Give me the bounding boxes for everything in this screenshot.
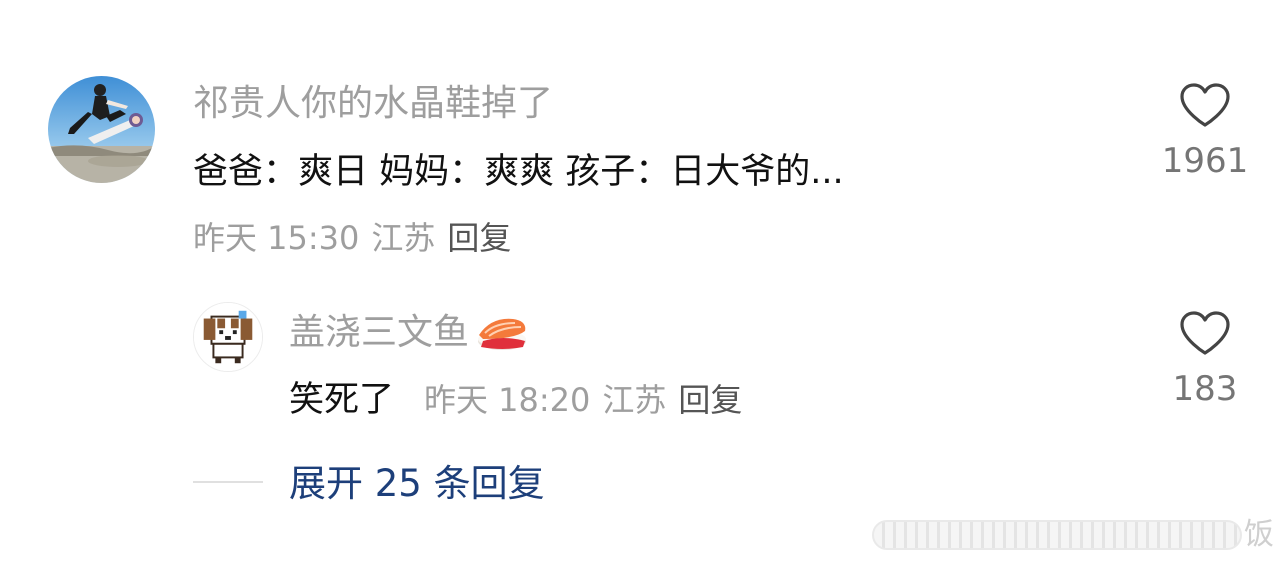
reply-button[interactable]: 回复: [447, 218, 511, 258]
avatar-image: [48, 76, 155, 183]
reply-text: 笑死了: [289, 380, 395, 420]
like-count: 1961: [1161, 141, 1249, 181]
sushi-emoji-icon: [478, 318, 527, 350]
reply-location: 江苏: [602, 381, 667, 419]
avatar[interactable]: [48, 76, 155, 183]
reply-meta: 昨天 18:20 江苏 回复: [424, 380, 742, 420]
comment-username[interactable]: 祁贵人你的水晶鞋掉了: [193, 82, 553, 126]
like-count: 183: [1172, 369, 1238, 409]
watermark: 饭: [872, 516, 1284, 560]
reply-username-row[interactable]: 盖浇三文鱼: [289, 311, 529, 355]
watermark-bar: [872, 520, 1242, 550]
comment-location: 江苏: [371, 219, 436, 257]
watermark-char: 饭: [1244, 517, 1274, 552]
expand-replies-button[interactable]: 展开 25 条回复: [289, 462, 545, 506]
reply-button[interactable]: 回复: [678, 380, 742, 420]
like-button[interactable]: 183: [1150, 310, 1260, 410]
comment-meta: 昨天 15:30 江苏 回复: [193, 218, 511, 258]
comment-time: 昨天 15:30: [193, 219, 360, 257]
reply-time: 昨天 18:20: [424, 381, 591, 419]
avatar[interactable]: [193, 302, 263, 372]
heart-outline-icon[interactable]: [1179, 82, 1231, 128]
heart-outline-icon[interactable]: [1179, 310, 1231, 356]
like-button[interactable]: 1961: [1150, 82, 1260, 182]
avatar-image: [194, 303, 262, 371]
expand-divider: [193, 481, 263, 483]
comment-text: 爸爸：爽日 妈妈：爽爽 孩子：日大爷的...: [193, 152, 844, 192]
reply-username[interactable]: 盖浇三文鱼: [289, 311, 469, 355]
